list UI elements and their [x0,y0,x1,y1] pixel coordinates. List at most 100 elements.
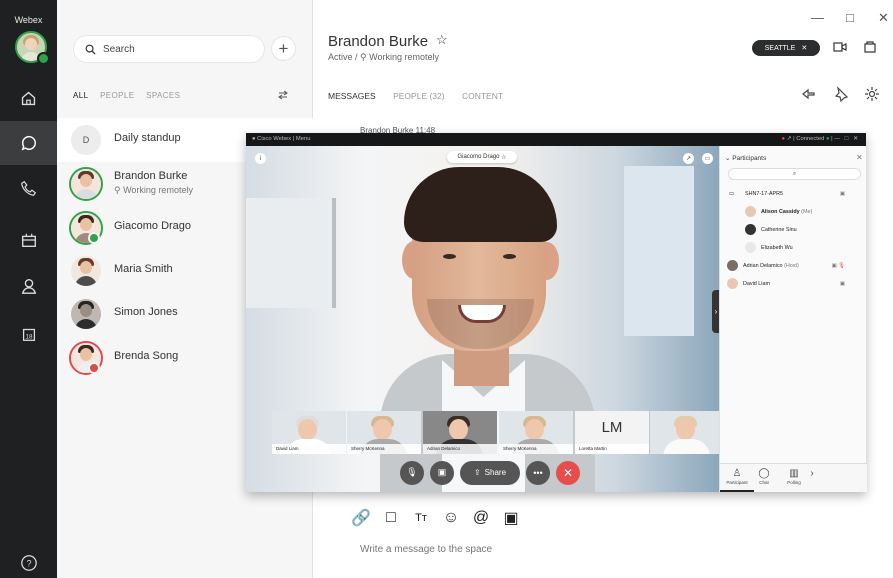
participant-search[interactable]: ⌕ [728,168,861,180]
recording-icon: ● [781,136,786,142]
help-icon[interactable]: ? [0,541,57,578]
svg-text:?: ? [26,559,31,569]
svg-text:18: 18 [25,334,33,341]
conversation-status: ⚲ Working remotely [114,185,193,195]
participant-thumbnail[interactable]: David Liam [272,411,346,454]
reply-icon[interactable] [801,86,817,102]
share-button[interactable]: ⇪ Share [460,460,520,485]
participant-thumbnails: David Liam Sherry McKenna Adrian Delamic… [272,411,719,454]
webex-logo-icon: ● [252,136,256,142]
message-composer-placeholder[interactable]: Write a message to the space [360,544,492,555]
layout-icon[interactable]: ▭ [702,153,713,164]
calendar-icon[interactable]: 18 [0,312,57,356]
search-box[interactable] [74,36,264,62]
contact-avatar [71,169,101,199]
conversation-name: Brenda Song [114,350,179,362]
attach-file-icon[interactable]: 🔗 [351,510,371,527]
space-avatar: D [71,125,101,155]
meeting-title-bar: ● Cisco Webex | Menu ● ↗ | Connected ● |… [246,133,866,146]
search-input[interactable] [103,43,243,55]
meeting-options-icon[interactable] [863,40,877,54]
participant-thumbnail[interactable]: Sherry McKenna [499,411,573,454]
participant-thumbnail[interactable]: Sherry McKenna [347,411,421,454]
search-icon [85,44,96,55]
contact-avatar [71,256,101,286]
meetings-icon[interactable] [0,218,57,262]
conversation-name: Simon Jones [114,306,178,318]
video-button[interactable]: ▣ [430,460,454,485]
location-badge[interactable]: SEATTLE ✕ [752,40,820,56]
filter-tabs: ALL PEOPLE SPACES [73,91,189,100]
participants-title: ⌄ Participants [725,155,767,162]
tab-messages[interactable]: MESSAGES [328,91,376,101]
participant-row[interactable]: Alison Cassidy (Me) [720,203,867,221]
busy-status-icon [88,362,100,374]
more-tabs-arrow-icon[interactable]: › [804,468,820,480]
video-call-icon[interactable] [833,40,847,54]
participant-thumbnail[interactable]: Adrian Delamico [423,411,497,454]
filter-spaces[interactable]: SPACES [146,91,180,100]
minimize-window-button[interactable]: — [811,10,824,25]
expand-panel-button[interactable]: › [712,290,719,333]
filter-options-icon[interactable] [277,89,289,101]
close-panel-button[interactable]: ✕ [856,153,863,162]
participant-row[interactable]: Elizabeth Wu [720,239,867,257]
composer-toolbar: 🔗 □ Tт ☺ @ ▣ [351,509,519,527]
contact-status: Active / ⚲ Working remotely [328,52,439,62]
meeting-info-icon[interactable]: i [255,153,266,164]
giphy-icon[interactable]: ▣ [503,510,519,527]
participant-panel-tabs: ♙ Participant ◯ Chat ▥ Polling › [720,463,867,492]
settings-gear-icon[interactable] [864,86,880,102]
mention-icon[interactable]: @ [473,509,489,526]
favorite-star-icon[interactable]: ☆ [436,32,448,48]
whiteboard-icon[interactable]: □ [383,509,399,526]
connection-status: Connected [796,136,825,142]
conversation-name: Giacomo Drago [114,220,192,232]
filter-all[interactable]: ALL [73,91,88,100]
meeting-controls: 🎙 ▣ ⇪ Share ••• ✕ [400,460,580,485]
participants-panel: ⌄ Participants ✕ ⌕ ▭ SHN7-17-APR5 ▣ Alison… [719,146,867,492]
mute-button[interactable]: 🎙 [400,460,424,485]
add-conversation-button[interactable]: + [272,37,295,60]
participant-room-row[interactable]: ▭ SHN7-17-APR5 ▣ [720,185,867,203]
room-device-icon: ▭ [729,191,735,197]
chat-tab[interactable]: ◯ Chat [747,468,781,485]
participant-thumbnail[interactable]: LM Loretta Martin [575,411,649,454]
contacts-icon[interactable] [0,264,57,308]
contact-name: Brandon Burke [328,33,429,50]
app-name: Webex [14,15,43,25]
emoji-icon[interactable]: ☺ [443,509,459,526]
share-icon: ⇪ [473,468,481,477]
messages-icon[interactable] [0,121,57,165]
participant-row[interactable]: Catherine Sinu [720,221,867,239]
conversation-name: Brandon Burke [114,170,188,182]
speaker-hair [404,167,557,242]
more-options-button[interactable]: ••• [526,460,550,485]
tab-content[interactable]: CONTENT [462,91,503,101]
tab-people[interactable]: PEOPLE (32) [393,91,445,101]
filter-people[interactable]: PEOPLE [100,91,134,100]
conversation-name: Maria Smith [114,263,173,275]
contact-avatar [71,299,101,329]
home-icon[interactable] [0,76,57,120]
text-format-icon[interactable]: Tт [413,510,429,526]
webex-app: Webex 18 ? + ALL PEOPLE SPACES D Daily s… [0,0,893,578]
available-status-icon [37,52,50,65]
end-call-button[interactable]: ✕ [556,460,580,485]
video-status-icon [88,232,100,244]
active-speaker-video[interactable]: i Giacomo Drago ☆ ↗ ▭ David Liam Sherry … [246,146,719,492]
participant-thumbnail[interactable] [650,411,719,454]
maximize-window-button[interactable]: □ [846,10,854,25]
participant-row[interactable]: Adrian Delamico (Host) ▣ 🎙 [720,257,867,275]
calls-icon[interactable] [0,166,57,210]
conversation-tabs: MESSAGES PEOPLE (32) CONTENT [328,91,518,101]
active-speaker-label: Giacomo Drago ☆ [447,151,517,163]
meeting-menu[interactable]: Menu [296,136,311,142]
pin-icon[interactable] [833,86,849,102]
navigation-rail: Webex 18 ? [0,0,57,578]
participant-row[interactable]: David Liam ▣ [720,275,867,293]
fullscreen-icon[interactable]: ↗ [683,153,694,164]
close-window-button[interactable]: ✕ [878,10,889,26]
conversation-name: Daily standup [114,132,181,144]
active-meeting-window: ● Cisco Webex | Menu ● ↗ | Connected ● |… [246,133,867,492]
